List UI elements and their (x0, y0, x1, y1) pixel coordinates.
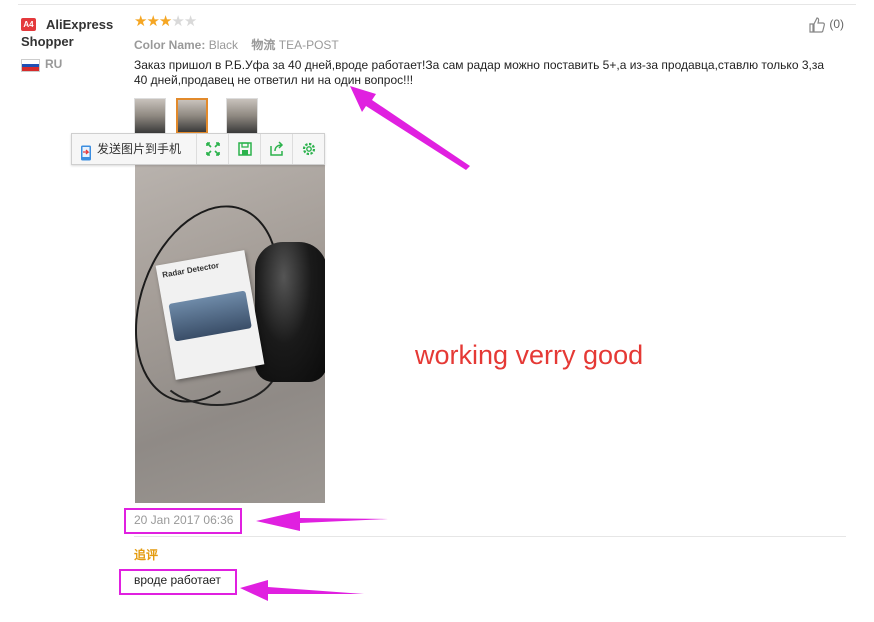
annotation-arrows (240, 86, 470, 601)
annotation-arrow-date (256, 511, 388, 531)
annotation-arrow-followup (240, 580, 364, 601)
annotation-arrow-review-text (350, 86, 470, 170)
